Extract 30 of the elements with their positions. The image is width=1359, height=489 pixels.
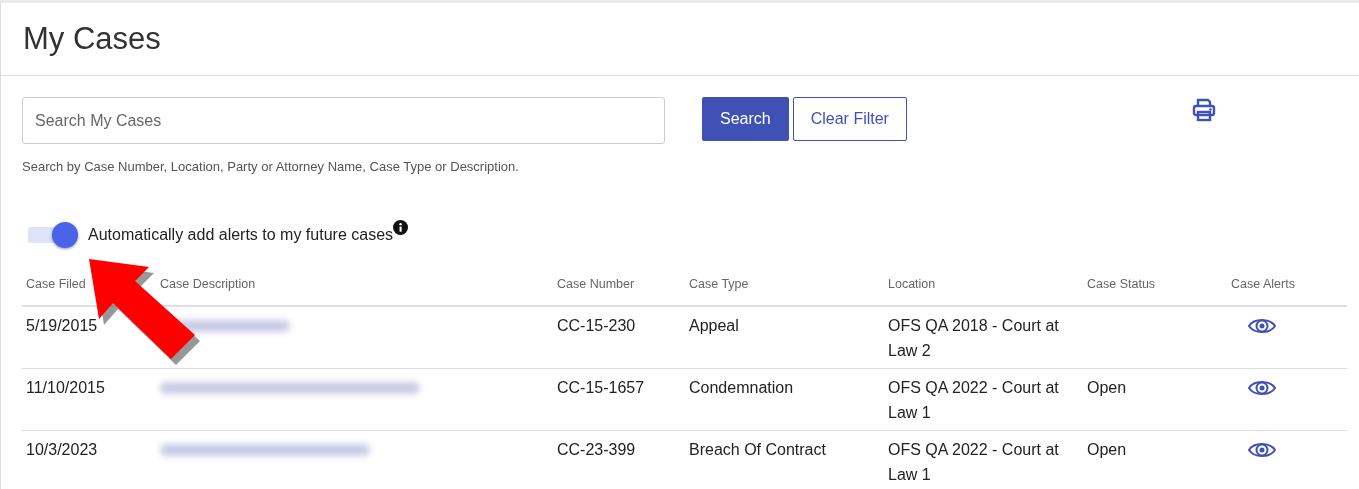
table-cell-text: CC-15-1657 <box>556 378 646 398</box>
search-field[interactable]: Search My Cases <box>22 97 665 144</box>
table-cell-text: CC-23-399 <box>556 440 637 460</box>
column-header: Case Type <box>688 276 750 293</box>
column-header: Case Status <box>1086 276 1157 293</box>
column-header: Case Description <box>159 276 257 293</box>
toggle-label: Automatically add alerts to my future cases <box>88 226 394 244</box>
column-header: Location <box>887 276 937 293</box>
table-cell-text: OFS QA 2022 - Court at Law 1 <box>887 378 1060 423</box>
page-title: My Cases <box>23 21 161 57</box>
column-header: Case Filed <box>25 276 87 293</box>
table-cell-text: Condemnation <box>688 378 795 398</box>
table-cell-text: Appeal <box>688 316 740 336</box>
column-header: Case Number <box>556 276 636 293</box>
info-icon[interactable] <box>393 220 409 235</box>
table-cell-text: OFS QA 2018 - Court at Law 2 <box>887 316 1060 361</box>
table-cell-text: 10/3/2023 <box>25 440 99 460</box>
table-cell-text: OFS QA 2022 - Court at Law 1 <box>887 440 1060 485</box>
table-cell-text: Open <box>1086 378 1128 398</box>
table-cell-text: Breach Of Contract <box>688 440 827 460</box>
search-hint: Search by Case Number, Location, Party or Attorney Name, Case Type or Description. <box>22 159 520 174</box>
filter-button[interactable]: Clear Filter <box>792 97 907 141</box>
table-cell-text: Open <box>1086 440 1128 460</box>
table-cell-text: CC-15-230 <box>556 316 637 336</box>
column-header: Case Alerts <box>1230 276 1296 293</box>
alerts-toggle[interactable] <box>28 222 78 248</box>
table-cell-text: 11/10/2015 <box>25 378 106 398</box>
filter-button[interactable]: Search <box>702 97 789 141</box>
table-cell-text: 5/19/2015 <box>25 316 99 336</box>
print-icon[interactable] <box>1190 97 1217 123</box>
